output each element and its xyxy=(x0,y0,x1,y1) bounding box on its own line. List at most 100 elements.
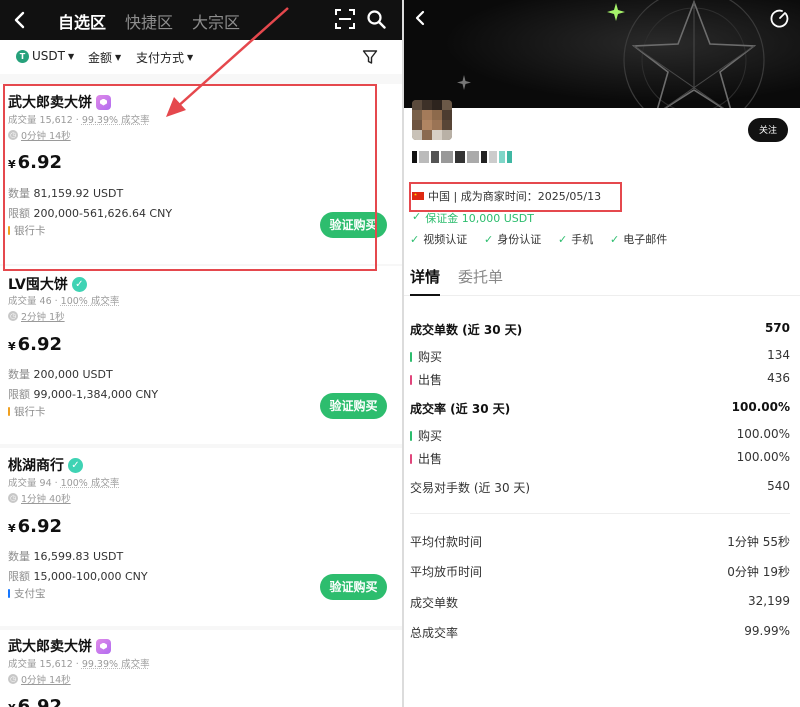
country-join-text: 中国 | 成为商家时间：2025/05/13 xyxy=(428,190,602,203)
stat-value: 1分钟 55秒 xyxy=(727,535,790,549)
volume-text: 成交量 15,612 xyxy=(8,115,73,126)
profile-banner xyxy=(404,0,800,108)
quantity-row: 数量 16,599.83 USDT xyxy=(8,548,123,564)
verification-label: 视频认证 xyxy=(423,233,468,246)
check-icon: ✓ xyxy=(412,210,422,223)
tab-express[interactable]: 快捷区 xyxy=(125,9,173,33)
back-arrow-icon[interactable] xyxy=(410,8,430,28)
ad-card: 武大郎卖大饼 成交量 15,612 · 99.39% 成交率 ◷ 0分钟 14秒… xyxy=(0,84,402,264)
stat-value: 100.00% xyxy=(731,400,790,414)
deposit-text: 保证金 10,000 USDT xyxy=(425,212,534,225)
stat-value: 540 xyxy=(767,479,790,493)
price-value: 6.92 xyxy=(17,516,63,537)
merchant-stats: 成交量 94 · 100% 成交率 xyxy=(8,478,120,489)
stat-avg-pay-time: 平均付款时间 1分钟 55秒 xyxy=(410,533,790,549)
verification-item: ✓ 手机 xyxy=(558,231,593,247)
verify-buy-button[interactable]: 验证购买 xyxy=(320,393,387,419)
ad-card: 桃湖商行 成交量 94 · 100% 成交率 ◷ 1分钟 40秒 ¥ 6.92 … xyxy=(0,448,402,626)
verify-buy-button[interactable]: 验证购买 xyxy=(320,574,387,600)
search-icon[interactable] xyxy=(366,9,386,29)
merchant-badge-icon xyxy=(96,94,111,110)
merchant-badge-icon xyxy=(96,638,111,654)
quantity-label: 数量 xyxy=(8,187,30,200)
coin-filter[interactable]: T USDT ▼ xyxy=(16,49,74,63)
price-value: 6.92 xyxy=(17,152,63,173)
payment-color-bar xyxy=(8,226,10,235)
release-time: ◷ 1分钟 40秒 xyxy=(8,491,71,505)
completion-rate: 100% 成交率 xyxy=(60,296,120,307)
verify-buy-button[interactable]: 验证购买 xyxy=(320,212,387,238)
verified-badge-icon xyxy=(71,276,87,292)
sell-indicator xyxy=(410,453,412,464)
filter-funnel-icon[interactable] xyxy=(362,49,378,65)
stat-total-rate: 总成交率 99.99% xyxy=(410,624,790,640)
release-time-text: 0分钟 14秒 xyxy=(21,675,71,686)
stat-total-orders: 成交单数 32,199 xyxy=(410,594,790,610)
release-time-text: 1分钟 40秒 xyxy=(21,494,71,505)
amount-filter[interactable]: 金额 ▼ xyxy=(88,49,121,66)
ad-card: LV囤大饼 成交量 46 · 100% 成交率 ◷ 2分钟 1秒 ¥ 6.92 … xyxy=(0,266,402,444)
quantity-row: 数量 81,159.92 USDT xyxy=(8,185,123,201)
quantity-label: 数量 xyxy=(8,550,30,563)
merchant-name-text: 桃湖商行 xyxy=(8,458,64,474)
section-divider xyxy=(410,513,790,514)
quantity-value: 81,159.92 USDT xyxy=(33,187,124,200)
price: ¥ 6.92 xyxy=(8,334,62,355)
filter-bar: T USDT ▼ 金额 ▼ 支付方式 ▼ xyxy=(0,40,402,74)
stat-label: 购买 xyxy=(418,429,443,443)
follow-button[interactable]: 关注 xyxy=(748,118,788,142)
check-icon: ✓ xyxy=(410,232,420,246)
stat-label: 平均放币时间 xyxy=(410,565,483,579)
stat-avg-release-time: 平均放币时间 0分钟 19秒 xyxy=(410,563,790,579)
merchant-name[interactable]: 武大郎卖大饼 xyxy=(8,636,111,656)
tab-favorites[interactable]: 自选区 xyxy=(58,9,106,33)
merchant-avatar xyxy=(412,100,452,140)
price: ¥ 6.92 xyxy=(8,516,62,537)
scan-icon[interactable] xyxy=(335,9,355,29)
stat-value: 436 xyxy=(767,371,790,385)
limit-value: 99,000-1,384,000 CNY xyxy=(33,388,159,401)
speed-gauge-icon[interactable] xyxy=(770,8,790,28)
price: ¥ 6.92 xyxy=(8,152,62,173)
limit-value: 200,000-561,626.64 CNY xyxy=(33,207,173,220)
merchant-name[interactable]: 桃湖商行 xyxy=(8,455,83,475)
stat-label: 出售 xyxy=(418,452,443,466)
check-icon: ✓ xyxy=(610,232,620,246)
limit-label: 限额 xyxy=(8,388,30,401)
payment-method-text: 银行卡 xyxy=(14,225,46,237)
stat-label: 平均付款时间 xyxy=(410,535,483,549)
stat-label: 成交率 (近 30 天) xyxy=(410,402,511,416)
merchant-stats: 成交量 15,612 · 99.39% 成交率 xyxy=(8,659,150,670)
back-arrow-icon[interactable] xyxy=(10,8,30,32)
profile-tabs: 详情 委托单 xyxy=(404,258,800,296)
payment-method-text: 支付宝 xyxy=(14,588,46,600)
limit-row: 限额 15,000-100,000 CNY xyxy=(8,568,148,584)
stat-label: 成交单数 xyxy=(410,596,459,610)
stat-label: 总成交率 xyxy=(410,626,459,640)
merchant-name[interactable]: LV囤大饼 xyxy=(8,274,87,294)
merchant-profile-panel: 关注 中国 | 成为商家时间：2025/05/13 ✓ 保证金 10,000 U… xyxy=(404,0,800,707)
tether-icon: T xyxy=(16,49,29,63)
quantity-row: 数量 200,000 USDT xyxy=(8,366,113,382)
release-time: ◷ 0分钟 14秒 xyxy=(8,128,71,142)
payment-filter-label: 支付方式 xyxy=(136,51,185,65)
stat-orders-30d: 成交单数 (近 30 天) 570 xyxy=(410,321,790,337)
merchant-name[interactable]: 武大郎卖大饼 xyxy=(8,92,111,112)
limit-value: 15,000-100,000 CNY xyxy=(33,570,148,583)
sell-indicator xyxy=(410,374,412,385)
merchant-stats: 成交量 46 · 100% 成交率 xyxy=(8,296,120,307)
stat-label: 出售 xyxy=(418,373,443,387)
stat-rate-30d: 成交率 (近 30 天) 100.00% xyxy=(410,400,790,416)
limit-label: 限额 xyxy=(8,207,30,220)
stat-buy-count: 购买 134 xyxy=(410,348,790,364)
country-join-date: 中国 | 成为商家时间：2025/05/13 xyxy=(412,188,601,204)
tab-block-trade[interactable]: 大宗区 xyxy=(192,9,240,33)
tab-orders[interactable]: 委托单 xyxy=(458,266,503,287)
completion-rate: 100% 成交率 xyxy=(60,478,120,489)
release-time: ◷ 0分钟 14秒 xyxy=(8,672,71,686)
merchant-name-redacted xyxy=(412,148,512,166)
completion-rate: 99.39% 成交率 xyxy=(81,115,150,126)
currency-symbol: ¥ xyxy=(8,340,16,353)
tab-details[interactable]: 详情 xyxy=(410,266,441,296)
payment-filter[interactable]: 支付方式 ▼ xyxy=(136,49,193,66)
